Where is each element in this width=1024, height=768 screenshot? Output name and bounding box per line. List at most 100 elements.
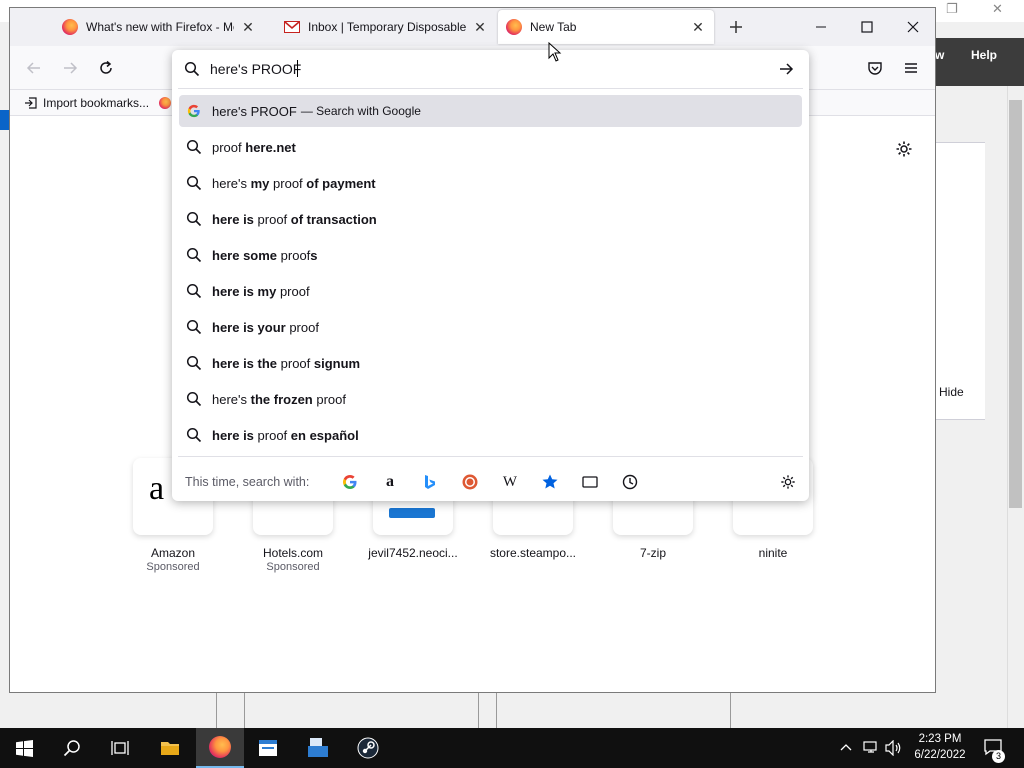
taskbar-app[interactable] xyxy=(294,728,342,768)
suggestion-part: proof xyxy=(279,283,310,299)
hide-button[interactable]: Hide xyxy=(939,385,964,399)
maximize-button[interactable] xyxy=(844,8,890,46)
import-bookmarks-label: Import bookmarks... xyxy=(43,96,150,110)
go-arrow-icon[interactable] xyxy=(778,61,794,77)
suggestion-row[interactable]: here is proof en español xyxy=(179,419,802,451)
restore-icon[interactable]: ❐ xyxy=(946,2,958,17)
suggestion-row[interactable]: here is proof of transaction xyxy=(179,203,802,235)
gmail-icon xyxy=(284,21,300,33)
chevron-up-icon[interactable] xyxy=(840,742,852,752)
close-icon[interactable]: ✕ xyxy=(992,2,1003,17)
network-icon[interactable] xyxy=(863,740,879,754)
taskbar-file-explorer[interactable] xyxy=(146,728,194,768)
clock-time: 2:23 PM xyxy=(918,733,962,745)
urlbar[interactable] xyxy=(172,50,809,88)
import-bookmarks-button[interactable]: Import bookmarks... xyxy=(24,96,172,110)
tab-whats-new[interactable]: What's new with Firefox - More ✕ xyxy=(54,8,264,46)
bing-icon[interactable] xyxy=(421,473,439,491)
menu-item-partial[interactable]: w xyxy=(935,48,944,62)
suggestion-part: proof xyxy=(280,247,311,263)
url-input[interactable] xyxy=(210,58,770,80)
suggestion-action: — Search with Google xyxy=(300,104,421,118)
firefox-icon xyxy=(506,19,522,35)
import-icon xyxy=(25,97,37,109)
suggestion-row[interactable]: here's PROOF — Search with Google xyxy=(179,95,802,127)
suggestion-row[interactable]: here's the frozen proof xyxy=(179,383,802,415)
amazon-icon[interactable]: a xyxy=(381,473,399,491)
reload-button[interactable] xyxy=(94,56,118,80)
history-clock-icon[interactable] xyxy=(621,473,639,491)
duckduckgo-icon[interactable] xyxy=(461,473,479,491)
reload-icon xyxy=(100,60,112,74)
search-icon xyxy=(186,283,202,299)
suggestion-row[interactable]: here some proofs xyxy=(179,239,802,271)
close-icon[interactable]: ✕ xyxy=(472,19,488,35)
top-site-label: Amazon xyxy=(150,546,196,560)
tab-inbox[interactable]: Inbox | Temporary Disposable G ✕ xyxy=(276,8,496,46)
new-tab-button[interactable] xyxy=(723,14,749,40)
tabs-icon[interactable] xyxy=(581,473,599,491)
forward-button[interactable] xyxy=(58,56,82,80)
tab-title: New Tab xyxy=(530,20,577,34)
suggestion-text: here some proofs xyxy=(212,248,318,263)
tab-new-tab[interactable]: New Tab ✕ xyxy=(498,10,714,44)
search-button[interactable] xyxy=(48,728,96,768)
volume-icon[interactable] xyxy=(885,740,903,756)
suggestion-bold-part: of transaction xyxy=(290,211,377,227)
google-icon[interactable] xyxy=(341,473,359,491)
pocket-button[interactable] xyxy=(863,56,887,80)
suggestion-text: here is my proof xyxy=(212,284,310,299)
top-site-sponsored: Sponsored xyxy=(266,561,320,573)
windows-logo-icon xyxy=(15,739,33,757)
suggestion-row[interactable]: here's my proof of payment xyxy=(179,167,802,199)
suggestion-row[interactable]: here is my proof xyxy=(179,275,802,307)
suggestion-bold-part: of payment xyxy=(306,175,376,191)
google-icon xyxy=(186,103,202,119)
back-button[interactable] xyxy=(22,56,46,80)
top-site-label: ninite xyxy=(758,546,788,560)
suggestion-bold-part: here is your xyxy=(212,319,290,335)
top-site-label: 7-zip xyxy=(639,546,666,560)
taskbar: 2:23 PM 6/22/2022 3 xyxy=(0,728,1024,768)
taskbar-firefox[interactable] xyxy=(196,728,244,768)
firefox-icon[interactable] xyxy=(159,97,172,109)
suggestion-part: proof xyxy=(212,139,246,155)
firefox-icon xyxy=(62,19,78,35)
search-settings-gear-icon[interactable] xyxy=(779,473,797,491)
suggestion-text: here's my proof of payment xyxy=(212,176,376,191)
taskbar-app[interactable] xyxy=(244,728,292,768)
search-icon xyxy=(186,139,202,155)
search-icon xyxy=(186,427,202,443)
divider xyxy=(730,692,731,728)
background-scrollbar-thumb[interactable] xyxy=(1009,100,1022,508)
menu-item-help[interactable]: Help xyxy=(971,48,997,62)
close-window-button[interactable] xyxy=(890,8,935,46)
suggestion-text: here is proof en español xyxy=(212,428,359,443)
task-view-button[interactable] xyxy=(96,728,144,768)
system-clock[interactable]: 2:23 PM 6/22/2022 xyxy=(905,731,975,763)
maximize-icon xyxy=(861,21,873,33)
clock-date: 6/22/2022 xyxy=(914,749,966,761)
close-icon[interactable]: ✕ xyxy=(240,19,256,35)
suggestion-part: proof xyxy=(289,319,319,335)
start-button[interactable] xyxy=(0,728,48,768)
suggestion-row[interactable]: here is your proof xyxy=(179,311,802,343)
top-site-label: store.steampo... xyxy=(489,546,577,560)
personalize-button[interactable] xyxy=(895,140,915,160)
suggestion-bold-part: here some xyxy=(212,247,281,263)
search-icon xyxy=(186,211,202,227)
suggestion-row[interactable]: proof here.net xyxy=(179,131,802,163)
plus-icon xyxy=(730,21,742,33)
taskbar-steam[interactable] xyxy=(344,728,392,768)
divider xyxy=(244,692,245,728)
suggestion-text: proof here.net xyxy=(212,140,296,155)
steam-icon xyxy=(357,737,379,759)
suggestion-bold-part: here is xyxy=(212,211,258,227)
app-menu-button[interactable] xyxy=(899,56,923,80)
suggestion-row[interactable]: here is the proof signum xyxy=(179,347,802,379)
bookmarks-star-icon[interactable] xyxy=(541,473,559,491)
suggestion-part: proof xyxy=(273,175,307,191)
close-icon[interactable]: ✕ xyxy=(690,19,706,35)
minimize-button[interactable] xyxy=(798,8,844,46)
wikipedia-icon[interactable]: W xyxy=(501,473,519,491)
